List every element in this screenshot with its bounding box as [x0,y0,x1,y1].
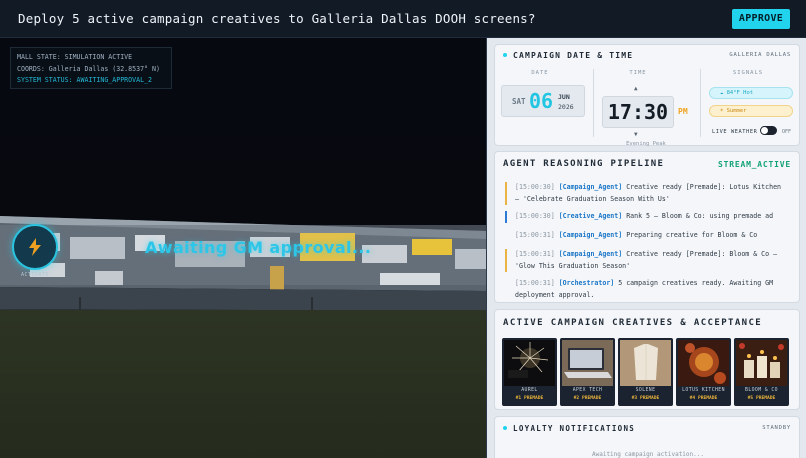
stream-status: STREAM_ACTIVE [717,159,791,169]
creative-image [736,340,787,386]
log-entry: [15:00:31] [Campaign_Agent] Preparing cr… [505,230,787,242]
loyalty-title: LOYALTY NOTIFICATIONS [513,423,636,433]
creative-name: AUREL [521,388,538,393]
day-of-week: SAT [512,97,526,106]
lightning-icon [29,238,41,256]
divider [700,69,701,137]
ground-plane [0,310,486,458]
ampm-indicator: PM [678,107,688,116]
date-picker[interactable]: SAT 06 JUN 2026 [501,85,585,117]
creative-image [678,340,729,386]
datetime-title: CAMPAIGN DATE & TIME [513,50,634,60]
time-display[interactable]: 17:30 [602,96,674,128]
location-label: GALLERIA DALLAS [729,52,791,58]
status-dot-icon [503,53,507,57]
creatives-title: ACTIVE CAMPAIGN CREATIVES & ACCEPTANCE [503,318,763,328]
creative-image [504,340,555,386]
date-label: DATE [531,70,549,76]
pipeline-header: AGENT REASONING PIPELINE STREAM_ACTIVE [495,152,799,176]
toggle-knob [761,127,768,134]
creative-image [620,340,671,386]
coords-line: COORDS: Galleria Dallas (32.8537° N) [17,64,160,73]
loyalty-empty-message: Awaiting campaign activation... [592,451,704,458]
creative-thumbnail[interactable]: BLOOM & CO #5 PREMADE [734,338,789,406]
log-agent: [Orchestrator] [558,279,615,287]
simulation-status-panel: MALL STATE: SIMULATION ACTIVE COORDS: Ga… [10,47,172,89]
loyalty-notifications-card: LOYALTY NOTIFICATIONS STANDBY Awaiting c… [494,416,800,458]
creative-thumbnail[interactable]: SOLENE #3 PREMADE [618,338,673,406]
mall-scene-viewport[interactable]: MALL STATE: SIMULATION ACTIVE COORDS: Ga… [0,38,486,458]
weather-signal-text: 84°F Hot [726,90,754,96]
log-message: Preparing creative for Bloom & Co [626,231,758,239]
time-down-arrow-icon[interactable]: ▼ [634,131,638,138]
creative-rank: #2 PREMADE [573,396,602,401]
control-panel: CAMPAIGN DATE & TIME GALLERIA DALLAS DAT… [486,38,806,458]
divider [593,69,594,137]
log-message: Creative ready [Premade]: Lotus Kitchen … [515,183,782,203]
log-message: Rank 5 — Bloom & Co: using premade ad [626,212,774,220]
creative-name: BLOOM & CO [745,388,778,393]
mall-state-line: MALL STATE: SIMULATION ACTIVE [17,53,133,61]
reasoning-pipeline-card: AGENT REASONING PIPELINE STREAM_ACTIVE [… [494,151,800,303]
creative-rank: #5 PREMADE [747,396,776,401]
weather-signal-pill: ☁ 84°F Hot [709,87,793,99]
approve-button[interactable]: APPROVE [732,8,790,29]
creative-name: SOLENE [635,388,656,393]
log-entry: [15:00:30] [Creative_Agent] Rank 5 — Blo… [505,211,787,223]
pipeline-title: AGENT REASONING PIPELINE [503,159,665,169]
creative-rank: #1 PREMADE [515,396,544,401]
active-creatives-card: ACTIVE CAMPAIGN CREATIVES & ACCEPTANCE A… [494,309,800,410]
log-entry: [15:00:30] [Campaign_Agent] Creative rea… [505,182,787,205]
period-label: Evening Peak [626,141,666,147]
creative-thumbnail[interactable]: AUREL #1 PREMADE [502,338,557,406]
log-message: Creative ready [Premade]: Bloom & Co — '… [515,250,778,270]
datetime-header: CAMPAIGN DATE & TIME GALLERIA DALLAS [495,45,799,65]
activate-button[interactable] [12,224,58,270]
season-signal-pill: ☀ Summer [709,105,793,117]
log-entry: [15:00:31] [Orchestrator] 5 campaign cre… [505,278,787,301]
log-agent: [Campaign_Agent] [558,231,623,239]
campaign-datetime-card: CAMPAIGN DATE & TIME GALLERIA DALLAS DAT… [494,44,800,147]
creative-name: APEX TECH [572,388,603,393]
time-up-arrow-icon[interactable]: ▲ [634,85,638,92]
status-dot-icon [503,426,507,430]
log-timestamp: [15:00:31] [515,279,555,287]
log-agent: [Campaign_Agent] [558,250,623,258]
creative-thumbnail[interactable]: LOTUS KITCHEN #4 PREMADE [676,338,731,406]
approval-question: Deploy 5 active campaign creatives to Ga… [18,11,536,26]
log-entry: [15:00:31] [Campaign_Agent] Creative rea… [505,249,787,272]
system-status-line: SYSTEM STATUS: AWAITING_APPROVAL_2 [17,76,152,84]
log-timestamp: [15:00:30] [515,212,555,220]
season-signal-text: Summer [726,108,747,114]
signals-label: SIGNALS [732,70,764,76]
loyalty-header: LOYALTY NOTIFICATIONS STANDBY [495,417,799,439]
sun-icon: ☀ [720,108,724,114]
loyalty-status: STANDBY [762,425,791,431]
awaiting-approval-overlay: Awaiting GM approval... [145,238,372,257]
creative-rank: #4 PREMADE [689,396,718,401]
live-weather-toggle[interactable] [760,126,777,135]
live-weather-label: LIVE WEATHER [712,129,758,135]
creative-rank: #3 PREMADE [631,396,660,401]
creatives-header: ACTIVE CAMPAIGN CREATIVES & ACCEPTANCE [495,310,799,336]
day-number: 06 [529,89,554,113]
log-agent: [Creative_Agent] [558,212,623,220]
creative-name: LOTUS KITCHEN [682,388,725,393]
creative-thumbnail[interactable]: APEX TECH #2 PREMADE [560,338,615,406]
month: JUN [558,93,570,101]
top-bar: Deploy 5 active campaign creatives to Ga… [0,0,806,38]
toggle-state-label: OFF [782,129,792,135]
creative-image [562,340,613,386]
cloud-icon: ☁ [720,90,724,96]
activate-label: ACTIVATE [20,272,50,278]
log-timestamp: [15:00:30] [515,183,555,191]
log-agent: [Campaign_Agent] [558,183,623,191]
log-timestamp: [15:00:31] [515,250,555,258]
log-timestamp: [15:00:31] [515,231,555,239]
time-label: TIME [629,70,647,76]
year: 2026 [558,103,574,111]
